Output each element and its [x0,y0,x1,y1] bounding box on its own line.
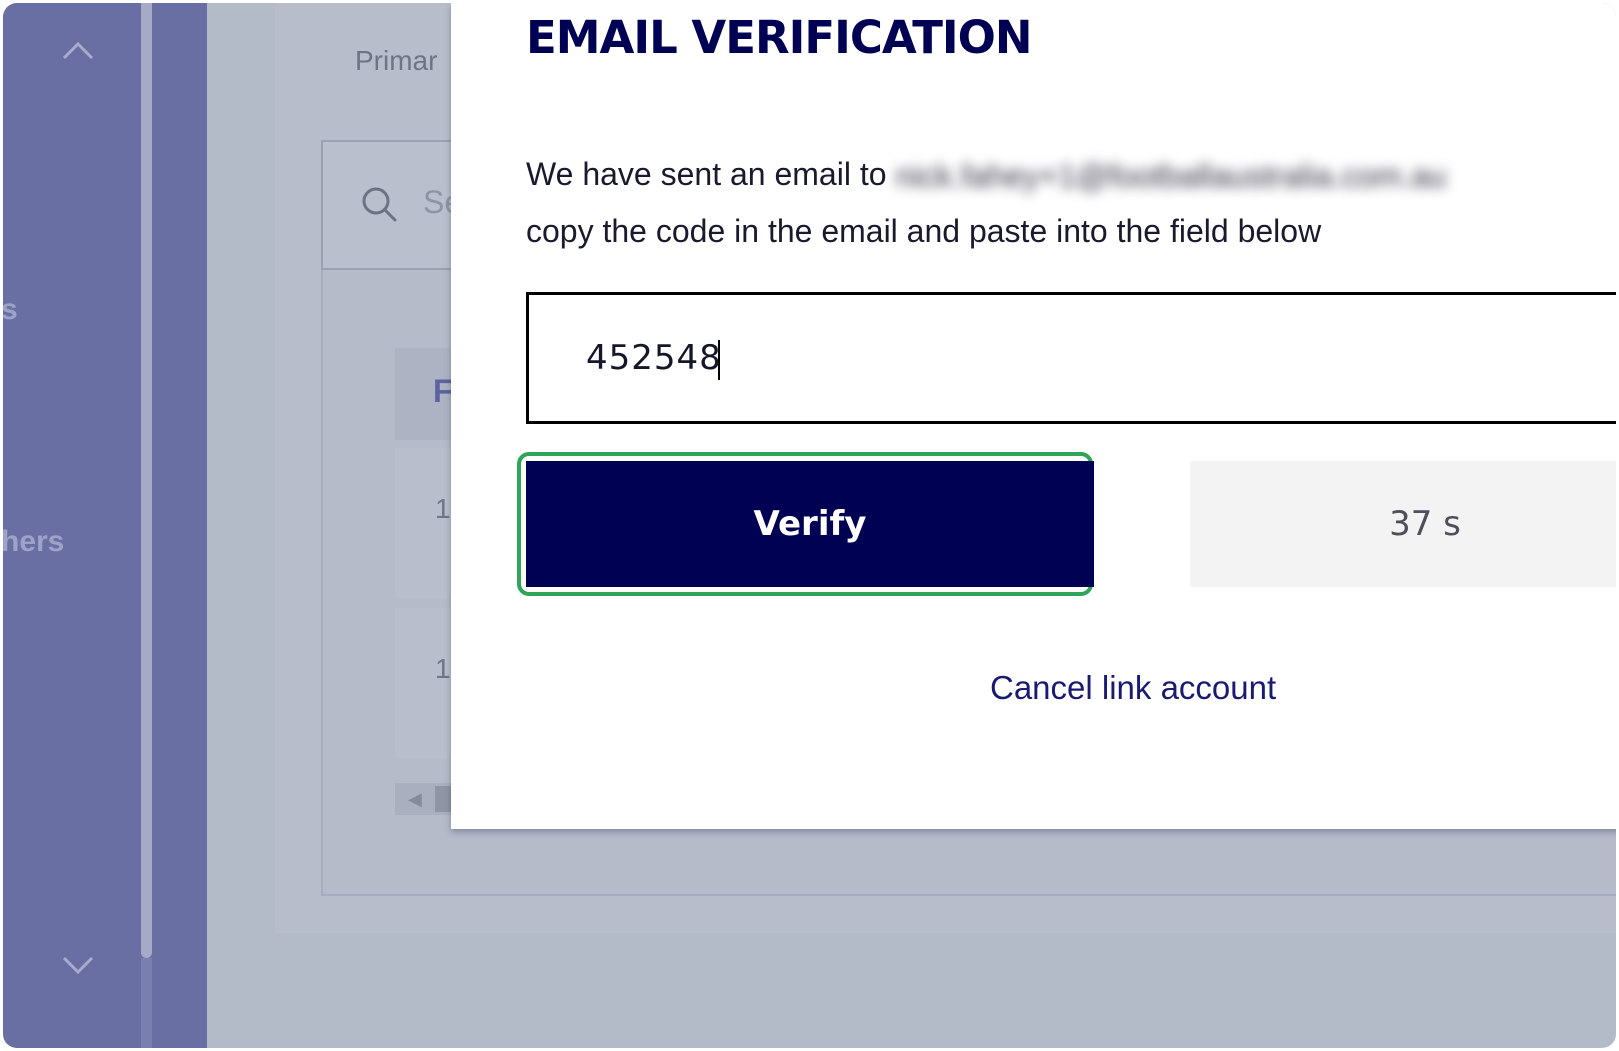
scroll-left-icon[interactable]: ◀ [408,789,422,810]
text-caret [718,340,720,380]
message-suffix: copy the code in the email and paste int… [526,213,1322,250]
cancel-link-account-link[interactable]: Cancel link account [990,669,1276,707]
primary-label: Primar [355,45,438,76]
resend-countdown-label: 37 s [1389,504,1461,544]
modal-title: EMAIL VERIFICATION [526,11,1033,64]
sidebar-item-label[interactable]: s [3,293,18,327]
sidebar: s hers [3,3,207,1048]
resend-countdown: 37 s [1190,461,1616,587]
search-icon [359,184,399,229]
table-row-cell: 1 [435,653,451,684]
sidebar-scrollbar-track [141,958,152,1048]
verification-message: We have sent an email to nick.fahey+1@fo… [526,147,1616,259]
sidebar-scrollbar-thumb[interactable] [141,3,152,958]
verify-button[interactable]: Verify [526,461,1094,587]
message-prefix: We have sent an email to [526,156,887,192]
app-window: Primar Se F 1 1 ◀ s hers EMAIL VERIFICAT… [3,3,1616,1048]
chevron-down-icon[interactable] [61,955,95,977]
sidebar-item-label[interactable]: hers [3,525,64,559]
redacted-email: nick.fahey+1@footballaustralia.com.au [895,158,1447,195]
table-header-label: F [433,373,453,409]
chevron-up-icon[interactable] [61,39,95,61]
table-row-cell: 1 [435,493,451,524]
email-verification-modal: EMAIL VERIFICATION We have sent an email… [451,3,1616,829]
verification-code-input[interactable] [526,292,1616,424]
